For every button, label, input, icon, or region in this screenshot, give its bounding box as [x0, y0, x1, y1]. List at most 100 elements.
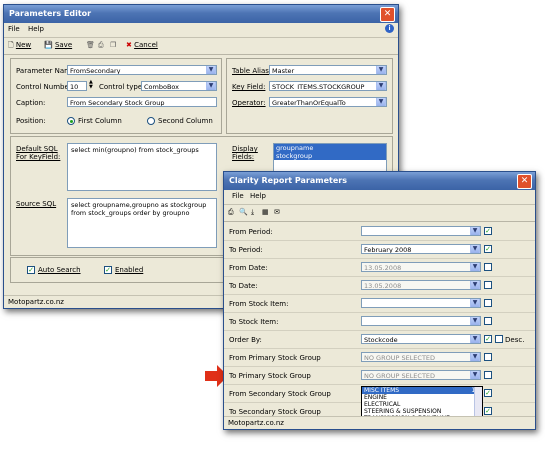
- param-row-input[interactable]: ▼: [361, 298, 481, 308]
- dropdown-option[interactable]: MISC ITEMS10: [362, 387, 482, 394]
- control-number-input[interactable]: 10: [67, 81, 87, 91]
- control-type-select[interactable]: ComboBox ▼: [141, 81, 217, 91]
- param-row-label: To Stock Item:: [229, 318, 279, 326]
- chevron-down-icon[interactable]: ▼: [470, 317, 480, 325]
- chevron-down-icon[interactable]: ▼: [206, 66, 216, 74]
- pe-save-button[interactable]: 💾 Save: [44, 41, 72, 49]
- param-row-checkbox[interactable]: [484, 317, 492, 325]
- caption-label: Caption:: [16, 99, 46, 107]
- auto-search-checkbox[interactable]: ✓: [27, 266, 35, 274]
- param-row-checkbox[interactable]: [484, 299, 492, 307]
- param-row-checkbox[interactable]: [484, 281, 492, 289]
- chevron-down-icon[interactable]: ▼: [376, 66, 386, 74]
- chevron-down-icon[interactable]: ▼: [470, 263, 480, 271]
- export-icon[interactable]: ⤓: [251, 208, 254, 217]
- source-sql-textarea[interactable]: select groupname,groupno as stockgroup f…: [67, 198, 217, 248]
- param-row-checkbox[interactable]: ✓: [484, 407, 492, 415]
- param-row-value: 13.05.2008: [364, 264, 402, 272]
- operator-select[interactable]: GreaterThanOrEqualTo ▼: [269, 97, 387, 107]
- param-row: From Date: 13.05.2008 ▼: [224, 258, 535, 277]
- dropdown-option-number: 6: [475, 429, 479, 430]
- clarity-report-window: Clarity Report Parameters ✕ File Help ⎙ …: [223, 171, 536, 430]
- param-row-input[interactable]: February 2008 ▼: [361, 244, 481, 254]
- chevron-down-icon[interactable]: ▼: [470, 245, 480, 253]
- param-row-input[interactable]: 13.05.2008 ▼: [361, 262, 481, 272]
- control-number-spinner[interactable]: ▲ ▼: [89, 80, 93, 90]
- param-row-label: From Date:: [229, 264, 268, 272]
- pe-close-icon[interactable]: ✕: [380, 7, 395, 22]
- grid-icon[interactable]: ▦: [262, 208, 269, 216]
- param-row-checkbox[interactable]: [484, 353, 492, 361]
- delete-icon[interactable]: 🗑: [86, 41, 95, 49]
- default-sql-label: Default SQL For KeyField:: [16, 145, 61, 161]
- dropdown-option-name: STEERING & SUSPENSION: [364, 408, 442, 415]
- preview-icon[interactable]: 🔍: [239, 208, 248, 216]
- position-label: Position:: [16, 117, 46, 125]
- second-column-radio[interactable]: [147, 117, 155, 125]
- chevron-down-icon[interactable]: ▼: [376, 98, 386, 106]
- chevron-down-icon[interactable]: ▼: [376, 82, 386, 90]
- pe-new-button[interactable]: 🗋 New: [8, 41, 31, 52]
- list-item[interactable]: groupname: [274, 144, 386, 152]
- chevron-down-icon[interactable]: ▼: [470, 227, 480, 235]
- param-row-input[interactable]: ▼: [361, 316, 481, 326]
- chevron-down-icon[interactable]: ▼: [470, 299, 480, 307]
- crp-menu-file[interactable]: File: [232, 192, 244, 200]
- param-row-checkbox[interactable]: ✓: [484, 335, 492, 343]
- crp-close-icon[interactable]: ✕: [517, 174, 532, 189]
- param-row-checkbox[interactable]: [484, 371, 492, 379]
- default-sql-textarea[interactable]: select min(groupno) from stock_groups: [67, 143, 217, 191]
- dropdown-option[interactable]: STEERING & SUSPENSION3: [362, 408, 482, 415]
- auto-search-label: Auto Search: [38, 266, 81, 274]
- chevron-down-icon[interactable]: ▼: [470, 371, 480, 379]
- param-name-input[interactable]: FromSecondary ▼: [67, 65, 217, 75]
- dropdown-option[interactable]: ELECTRICAL2: [362, 401, 482, 408]
- param-row-checkbox[interactable]: ✓: [484, 389, 492, 397]
- param-name-value: FromSecondary: [70, 67, 121, 75]
- param-row-checkbox[interactable]: [484, 263, 492, 271]
- param-row-label: To Primary Stock Group: [229, 372, 311, 380]
- print-icon[interactable]: ⎙: [228, 208, 234, 217]
- crp-parameter-list: From Period: ▼ ✓ To Period: February 2008 ▼ ✓ F…: [224, 222, 535, 421]
- desc-label: Desc.: [505, 336, 525, 344]
- key-field-select[interactable]: STOCK_ITEMS.STOCKGROUP ▼: [269, 81, 387, 91]
- param-row-checkbox[interactable]: ✓: [484, 227, 492, 235]
- print-icon[interactable]: ⎙: [98, 41, 104, 50]
- chevron-down-icon[interactable]: ▼: [206, 82, 216, 90]
- save-icon: 💾: [44, 41, 53, 49]
- param-row-input[interactable]: 13.05.2008 ▼: [361, 280, 481, 290]
- chevron-down-icon[interactable]: ▼: [470, 281, 480, 289]
- param-row-checkbox[interactable]: ✓: [484, 245, 492, 253]
- second-column-label: Second Column: [158, 117, 213, 125]
- control-type-label: Control type:: [99, 83, 145, 91]
- pe-param-panel: Parameter Name: FromSecondary ▼ Control N…: [10, 58, 222, 134]
- param-row-value: February 2008: [364, 246, 412, 254]
- param-row-input[interactable]: NO GROUP SELECTED ▼: [361, 352, 481, 362]
- pe-menu-file[interactable]: File: [8, 25, 20, 33]
- enabled-checkbox[interactable]: ✓: [104, 266, 112, 274]
- pe-menu-help[interactable]: Help: [28, 25, 44, 33]
- copy-icon[interactable]: ❐: [110, 41, 116, 49]
- caption-input[interactable]: From Secondary Stock Group: [67, 97, 217, 107]
- chevron-down-icon[interactable]: ▼: [470, 335, 480, 343]
- pe-info-icon[interactable]: i: [385, 24, 394, 33]
- pe-cancel-button[interactable]: ✖ Cancel: [126, 41, 158, 49]
- crp-menu-help[interactable]: Help: [250, 192, 266, 200]
- crp-title-bar[interactable]: Clarity Report Parameters ✕: [224, 172, 535, 190]
- control-number-label: Control Number:: [16, 83, 74, 91]
- pe-cancel-label: Cancel: [134, 41, 158, 49]
- param-row-input[interactable]: NO GROUP SELECTED ▼: [361, 370, 481, 380]
- table-alias-label: Table Alias:: [232, 67, 272, 75]
- email-icon[interactable]: ✉: [274, 208, 280, 216]
- first-column-radio[interactable]: [67, 117, 75, 125]
- param-row-input[interactable]: Stockcode ▼: [361, 334, 481, 344]
- chevron-down-icon[interactable]: ▼: [470, 353, 480, 361]
- crp-toolbar: ⎙ 🔍 ⤓ ▦ ✉: [224, 205, 535, 222]
- desc-checkbox[interactable]: [495, 335, 503, 343]
- pe-title-bar[interactable]: Parameters Editor ✕: [4, 5, 398, 23]
- dropdown-option[interactable]: ENGINE1: [362, 394, 482, 401]
- table-alias-select[interactable]: Master ▼: [269, 65, 387, 75]
- dropdown-option[interactable]: WHEELS & TYRES 6: [362, 429, 482, 430]
- list-item[interactable]: stockgroup: [274, 152, 386, 160]
- param-row-input[interactable]: ▼: [361, 226, 481, 236]
